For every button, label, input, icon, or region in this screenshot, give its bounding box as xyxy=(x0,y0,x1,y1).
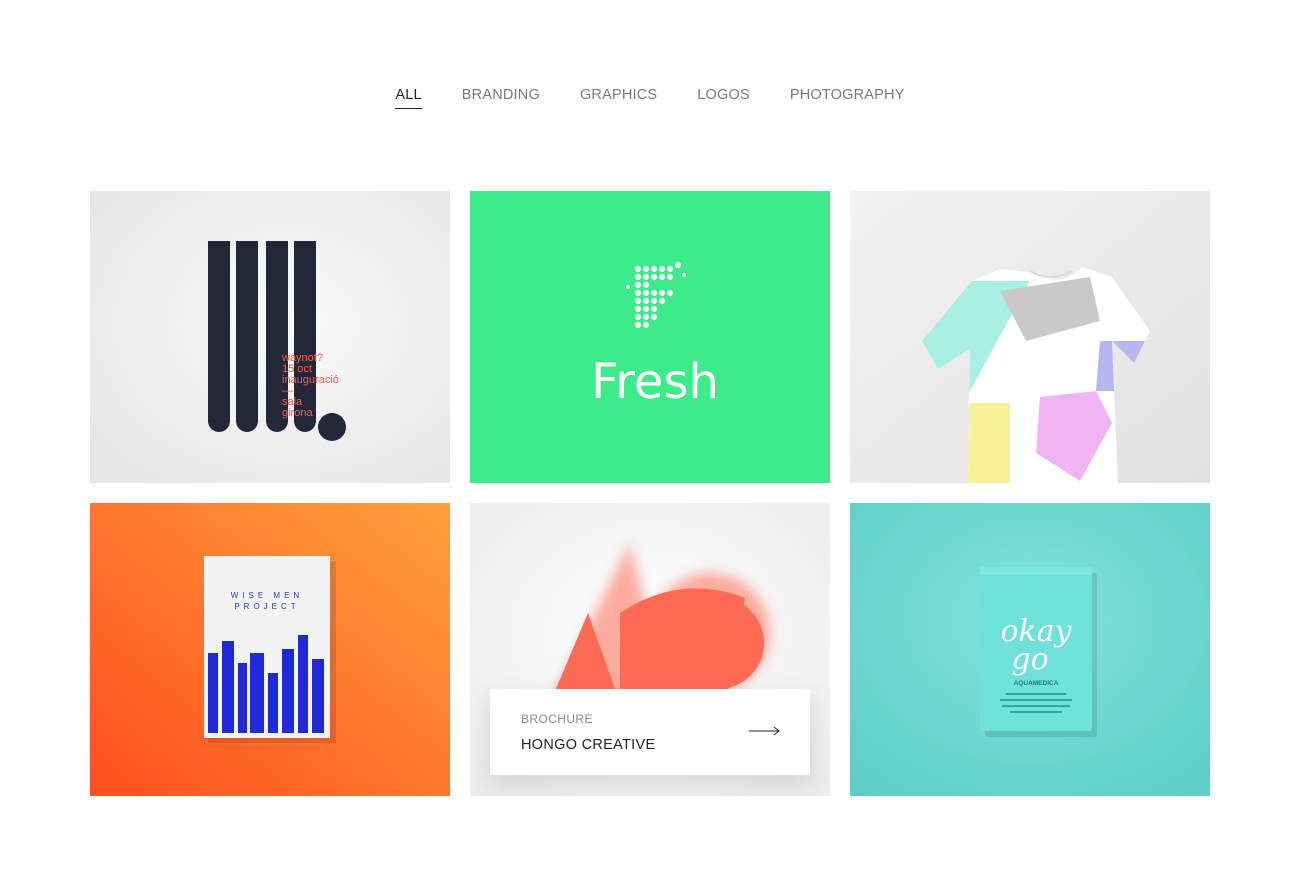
project-title: HONGO CREATIVE xyxy=(521,737,656,753)
poster-line: girona xyxy=(282,407,313,419)
book-title-line: WISE MEN xyxy=(231,591,303,600)
okaygo-box-image: okay go AQUAMEDICA xyxy=(850,503,1210,796)
portfolio-filter-bar: ALL BRANDING GRAPHICS LOGOS PHOTOGRAPHY xyxy=(0,84,1300,109)
project-caption-card[interactable]: BROCHURE HONGO CREATIVE xyxy=(490,689,810,775)
project-category: BROCHURE xyxy=(521,712,593,726)
portfolio-item-tshirt[interactable] xyxy=(850,191,1210,483)
long-arrow-right-icon[interactable] xyxy=(749,726,781,736)
portfolio-item-box[interactable]: okay go AQUAMEDICA xyxy=(850,503,1210,796)
portfolio-grid: waynot? 15 oct inauguració — sala girona… xyxy=(90,191,1210,796)
book-image: WISE MEN PROJECT xyxy=(90,503,450,796)
portfolio-item-book[interactable]: WISE MEN PROJECT xyxy=(90,503,450,796)
book-title-line: PROJECT xyxy=(234,602,299,611)
fresh-brand-text: Fresh xyxy=(591,354,719,410)
portfolio-item-poster[interactable]: waynot? 15 oct inauguració — sala girona xyxy=(90,191,450,483)
filter-all[interactable]: ALL xyxy=(395,84,423,109)
okaygo-brand: AQUAMEDICA xyxy=(1014,680,1059,687)
portfolio-item-brochure[interactable]: BROCHURE HONGO CREATIVE xyxy=(470,503,830,796)
tshirt-image xyxy=(850,191,1210,483)
filter-photography[interactable]: PHOTOGRAPHY xyxy=(790,84,905,109)
poster-image: waynot? 15 oct inauguració — sala girona xyxy=(90,191,450,483)
okaygo-logo-line: go xyxy=(1011,642,1048,677)
fresh-logo-image: Fresh xyxy=(470,191,830,483)
filter-branding[interactable]: BRANDING xyxy=(462,84,540,109)
filter-logos[interactable]: LOGOS xyxy=(697,84,750,109)
portfolio-item-fresh[interactable]: Fresh xyxy=(470,191,830,483)
filter-graphics[interactable]: GRAPHICS xyxy=(580,84,657,109)
